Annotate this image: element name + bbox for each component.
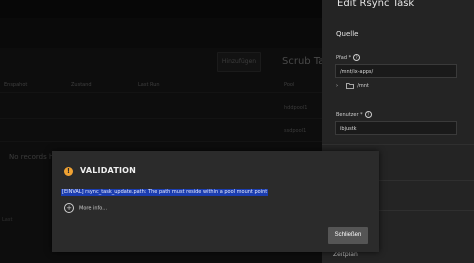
schedule-label: Zeitplan bbox=[333, 251, 358, 258]
directory-tree-item[interactable]: › /mnt bbox=[336, 82, 369, 89]
help-icon[interactable]: ? bbox=[364, 111, 372, 118]
path-label-text: Pfad * bbox=[336, 55, 352, 61]
user-label-text: Benutzer * bbox=[336, 112, 363, 118]
dialog-title: VALIDATION bbox=[80, 166, 137, 175]
divider bbox=[322, 144, 474, 145]
user-input[interactable]: ibjustk bbox=[335, 121, 457, 135]
section-title-source: Quelle bbox=[336, 30, 359, 38]
chevron-right-icon[interactable]: › bbox=[336, 83, 338, 89]
plus-circle-icon[interactable]: + bbox=[64, 203, 74, 213]
user-label: Benutzer *? bbox=[336, 111, 372, 118]
path-input[interactable]: /mnt/ix-apps/ bbox=[335, 64, 457, 78]
more-info-toggle[interactable]: + More info... bbox=[64, 203, 107, 213]
close-button[interactable]: Schließen bbox=[328, 227, 368, 244]
path-label: Pfad *? bbox=[336, 54, 361, 61]
panel-title: Edit Rsync Task bbox=[337, 0, 415, 9]
help-icon[interactable]: ? bbox=[353, 54, 361, 61]
warning-icon: ! bbox=[64, 167, 73, 176]
error-message: [EINVAL] rsync_task_update.path: The pat… bbox=[61, 189, 269, 196]
more-info-label: More info... bbox=[79, 205, 108, 212]
folder-icon bbox=[345, 83, 354, 89]
tree-item-label: /mnt bbox=[357, 83, 369, 89]
